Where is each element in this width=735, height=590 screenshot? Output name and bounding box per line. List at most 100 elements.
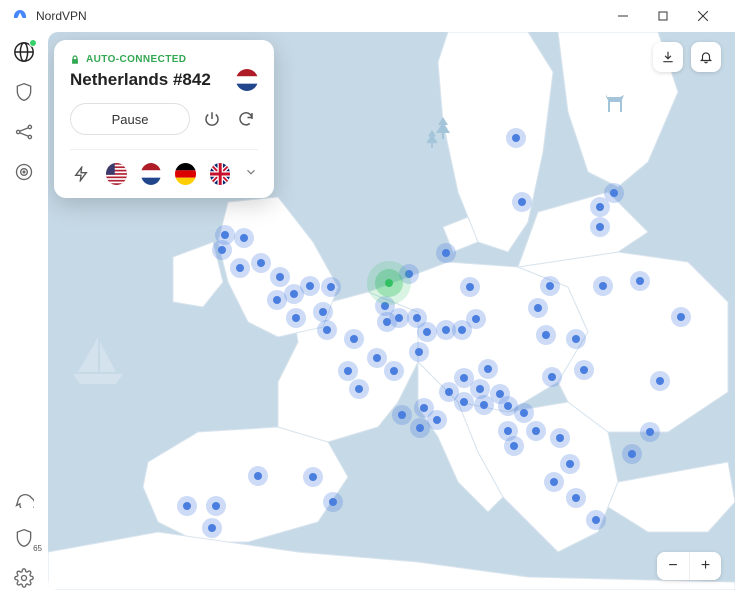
server-dot[interactable] — [460, 398, 468, 406]
tree-icon — [426, 130, 438, 153]
server-dot[interactable] — [596, 203, 604, 211]
server-dot[interactable] — [413, 314, 421, 322]
window-title: NordVPN — [36, 9, 603, 23]
server-dot[interactable] — [512, 134, 520, 142]
server-dot[interactable] — [395, 314, 403, 322]
server-dot[interactable] — [610, 189, 618, 197]
server-dot[interactable] — [550, 478, 558, 486]
server-dot[interactable] — [677, 313, 685, 321]
zoom-in-button[interactable]: + — [689, 552, 721, 580]
server-dot[interactable] — [534, 304, 542, 312]
sidebar-item-statistics[interactable]: 65 — [12, 526, 36, 550]
server-dot[interactable] — [442, 249, 450, 257]
server-dot[interactable] — [510, 442, 518, 450]
server-dot[interactable] — [423, 328, 431, 336]
server-dot[interactable] — [221, 231, 229, 239]
server-dot[interactable] — [458, 326, 466, 334]
server-dot[interactable] — [218, 246, 226, 254]
quick-connect-row — [70, 149, 258, 186]
server-dot[interactable] — [596, 223, 604, 231]
server-dot[interactable] — [240, 234, 248, 242]
server-dot[interactable] — [254, 472, 262, 480]
server-dot[interactable] — [329, 498, 337, 506]
server-dot[interactable] — [415, 348, 423, 356]
quick-flag-uk[interactable] — [210, 163, 230, 185]
server-dot[interactable] — [236, 264, 244, 272]
server-dot[interactable] — [290, 290, 298, 298]
quick-connect-icon[interactable] — [70, 162, 92, 186]
server-dot[interactable] — [306, 282, 314, 290]
server-dot[interactable] — [257, 259, 265, 267]
sidebar: 65 — [0, 32, 48, 590]
close-button[interactable] — [683, 0, 723, 32]
zoom-out-button[interactable]: − — [657, 552, 689, 580]
server-dot[interactable] — [656, 377, 664, 385]
server-dot[interactable] — [344, 367, 352, 375]
expand-quick-connect[interactable] — [244, 165, 258, 184]
server-dot[interactable] — [208, 524, 216, 532]
pause-button[interactable]: Pause — [70, 103, 190, 135]
server-dot[interactable] — [546, 282, 554, 290]
server-dot[interactable] — [212, 502, 220, 510]
sidebar-item-threat-protection[interactable] — [12, 80, 36, 104]
downloads-button[interactable] — [653, 42, 683, 72]
server-dot[interactable] — [636, 277, 644, 285]
server-dot[interactable] — [309, 473, 317, 481]
server-dot[interactable] — [472, 315, 480, 323]
server-dot[interactable] — [504, 427, 512, 435]
server-dot[interactable] — [390, 367, 398, 375]
server-dot[interactable] — [292, 314, 300, 322]
server-dot[interactable] — [327, 283, 335, 291]
map-view[interactable]: − + AUTO-CONNECTED Netherlands #842 Paus… — [48, 32, 735, 590]
server-dot[interactable] — [520, 409, 528, 417]
sidebar-item-darkweb-monitor[interactable] — [12, 160, 36, 184]
server-name: Netherlands #842 — [70, 70, 211, 90]
server-dot-connected[interactable] — [385, 279, 393, 287]
server-dot[interactable] — [580, 366, 588, 374]
server-dot[interactable] — [484, 365, 492, 373]
server-dot[interactable] — [504, 402, 512, 410]
power-button[interactable] — [200, 107, 224, 131]
server-dot[interactable] — [532, 427, 540, 435]
server-dot[interactable] — [416, 424, 424, 432]
server-dot[interactable] — [355, 385, 363, 393]
sidebar-item-map[interactable] — [12, 40, 36, 64]
server-dot[interactable] — [273, 296, 281, 304]
minimize-button[interactable] — [603, 0, 643, 32]
server-dot[interactable] — [398, 411, 406, 419]
server-dot[interactable] — [445, 388, 453, 396]
server-dot[interactable] — [476, 385, 484, 393]
server-dot[interactable] — [548, 373, 556, 381]
server-dot[interactable] — [556, 434, 564, 442]
quick-flag-de[interactable] — [175, 163, 195, 185]
server-dot[interactable] — [646, 428, 654, 436]
maximize-button[interactable] — [643, 0, 683, 32]
sidebar-item-meshnet[interactable] — [12, 120, 36, 144]
server-dot[interactable] — [566, 460, 574, 468]
server-dot[interactable] — [420, 404, 428, 412]
server-dot[interactable] — [572, 335, 580, 343]
server-dot[interactable] — [628, 450, 636, 458]
server-dot[interactable] — [323, 326, 331, 334]
quick-flag-us[interactable] — [106, 163, 126, 185]
quick-flag-nl[interactable] — [141, 163, 161, 185]
server-dot[interactable] — [466, 283, 474, 291]
server-dot[interactable] — [572, 494, 580, 502]
server-dot[interactable] — [442, 326, 450, 334]
server-dot[interactable] — [460, 374, 468, 382]
server-dot[interactable] — [592, 516, 600, 524]
server-dot[interactable] — [319, 308, 327, 316]
notifications-button[interactable] — [691, 42, 721, 72]
sidebar-item-settings[interactable] — [12, 566, 36, 590]
server-dot[interactable] — [480, 401, 488, 409]
server-dot[interactable] — [542, 331, 550, 339]
server-dot[interactable] — [433, 416, 441, 424]
server-dot[interactable] — [599, 282, 607, 290]
server-dot[interactable] — [350, 335, 358, 343]
server-dot[interactable] — [373, 354, 381, 362]
server-dot[interactable] — [518, 198, 526, 206]
server-dot[interactable] — [276, 273, 284, 281]
server-dot[interactable] — [183, 502, 191, 510]
reconnect-button[interactable] — [234, 107, 258, 131]
sidebar-item-support-chat[interactable] — [12, 486, 36, 510]
